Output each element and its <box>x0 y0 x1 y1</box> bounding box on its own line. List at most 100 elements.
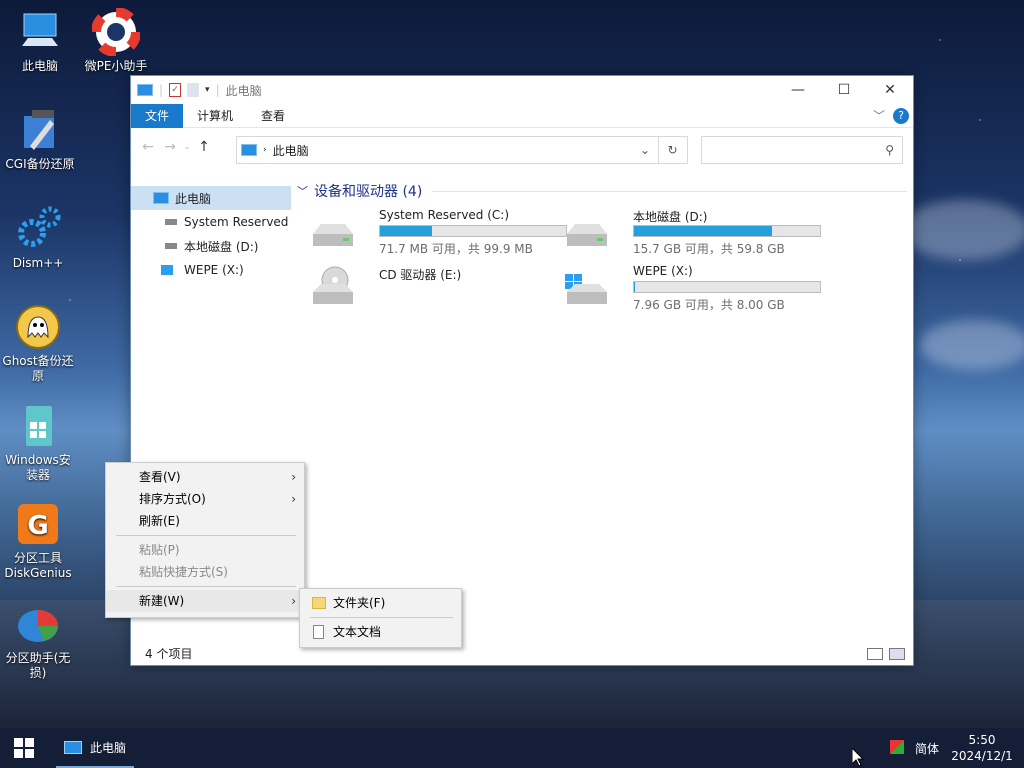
close-button[interactable]: ✕ <box>867 76 913 104</box>
breadcrumb-separator-icon[interactable]: › <box>263 145 267 155</box>
windows-drive-icon <box>161 265 173 275</box>
desktop-icon-this-pc[interactable]: 此电脑 <box>2 8 78 74</box>
desktop-icon-windows-installer[interactable]: Windows安装器 <box>0 402 76 483</box>
nav-item-wepe-x[interactable]: WEPE (X:) <box>131 258 291 282</box>
menu-separator <box>116 586 296 587</box>
tab-computer[interactable]: 计算机 <box>183 104 247 128</box>
menu-item-paste-shortcut: 粘贴快捷方式(S) <box>139 565 228 579</box>
new-submenu: 文件夹(F) 文本文档 <box>299 588 462 648</box>
properties-icon[interactable]: ✓ <box>169 83 182 97</box>
nav-item-this-pc[interactable]: 此电脑 <box>131 186 291 210</box>
color-app-icon[interactable] <box>890 740 904 754</box>
nav-item-system-reserved[interactable]: System Reserved <box>131 210 291 234</box>
desktop-icon-cgi[interactable]: CGI备份还原 <box>2 106 78 172</box>
breadcrumb[interactable]: 此电脑 <box>273 142 309 159</box>
drive-name: WEPE (X:) <box>633 264 693 278</box>
computer-icon <box>64 740 82 754</box>
folder-icon <box>312 597 326 609</box>
address-bar[interactable]: › 此电脑 ⌄ <box>236 136 659 164</box>
clock-date: 2024/12/1 <box>951 749 1013 763</box>
desktop-icon-label: Ghost备份还原 <box>2 354 74 383</box>
start-button[interactable] <box>14 738 34 758</box>
submenu-item-text-document[interactable]: 文本文档 <box>300 621 461 643</box>
text-document-icon <box>313 625 324 639</box>
clock-time: 5:50 <box>968 733 996 747</box>
desktop-icon-label: 分区工具DiskGenius <box>4 551 72 580</box>
forward-arrow-icon[interactable]: → <box>159 139 181 155</box>
drive-usage-bar <box>633 225 821 237</box>
help-icon[interactable]: ? <box>893 107 909 124</box>
drive-item-x[interactable]: WEPE (X:) 7.96 GB 可用，共 8.00 GB <box>565 264 821 314</box>
new-folder-icon[interactable] <box>187 83 200 97</box>
ime-indicator[interactable]: 简体 <box>915 740 939 757</box>
taskbar-item-this-pc[interactable]: 此电脑 <box>56 728 135 768</box>
windows-drive-icon <box>565 274 609 308</box>
content-pane[interactable]: ﹀ 设备和驱动器 (4) System Reserved (C:) 71.7 M… <box>293 176 913 646</box>
search-input[interactable]: ⚲ <box>701 136 903 164</box>
lifebuoy-icon <box>91 7 141 57</box>
group-title: 设备和驱动器 (4) <box>314 184 423 200</box>
chevron-right-icon: › <box>291 492 296 506</box>
submenu-item-folder[interactable]: 文件夹(F) <box>300 592 461 614</box>
drive-item-c[interactable]: System Reserved (C:) 71.7 MB 可用，共 99.9 M… <box>311 208 567 258</box>
hard-drive-icon <box>165 243 177 249</box>
menu-item-refresh[interactable]: 刷新(E) <box>106 510 304 532</box>
windows-logo-icon <box>14 738 34 758</box>
drive-name: 本地磁盘 (D:) <box>633 210 708 224</box>
desktop-icon-label: 微PE小助手 <box>84 59 148 73</box>
back-arrow-icon[interactable]: ← <box>137 139 159 155</box>
chevron-right-icon: › <box>291 470 296 484</box>
windows-installer-icon <box>14 402 62 450</box>
tab-file[interactable]: 文件 <box>131 103 184 128</box>
menu-item-view[interactable]: 查看(V) › <box>106 466 304 488</box>
tab-view[interactable]: 查看 <box>247 104 299 128</box>
drive-name: CD 驱动器 (E:) <box>379 268 462 282</box>
menu-item-new[interactable]: 新建(W) › <box>106 590 304 612</box>
details-view-icon[interactable] <box>867 648 883 660</box>
desktop-icon-dism[interactable]: Dism++ <box>0 205 76 271</box>
menu-separator <box>310 617 453 618</box>
hard-drive-icon <box>565 220 609 250</box>
nav-item-local-disk-d[interactable]: 本地磁盘 (D:) <box>131 234 291 258</box>
wallpaper-cloud <box>900 200 1024 260</box>
maximize-button[interactable]: ☐ <box>821 76 867 104</box>
group-header[interactable]: ﹀ 设备和驱动器 (4) <box>297 180 907 202</box>
large-icons-view-icon[interactable] <box>889 648 905 660</box>
desktop-icon-partition-assistant[interactable]: 分区助手(无损) <box>0 600 76 681</box>
hard-drive-icon <box>165 219 177 225</box>
ghost-icon <box>14 303 62 351</box>
desktop-icon-pe-helper[interactable]: 微PE小助手 <box>78 7 154 74</box>
drive-usage-bar <box>633 281 821 293</box>
cgi-tool-icon <box>16 106 64 154</box>
clock[interactable]: 5:50 2024/12/1 <box>950 732 1014 764</box>
svg-text:G: G <box>27 511 48 541</box>
title-bar[interactable]: | ✓ ▾ | 此电脑 — ☐ ✕ <box>131 76 913 104</box>
desktop-icon-label: 此电脑 <box>21 59 58 73</box>
drive-item-e[interactable]: CD 驱动器 (E:) <box>311 266 561 316</box>
chevron-down-icon[interactable]: ▾ <box>205 85 210 95</box>
item-count: 4 个项目 <box>145 646 193 661</box>
context-menu: 查看(V) › 排序方式(O) › 刷新(E) 粘贴(P) 粘贴快捷方式(S) 新建… <box>105 462 305 618</box>
menu-separator <box>116 535 296 536</box>
chevron-right-icon: › <box>291 594 296 608</box>
minimize-button[interactable]: — <box>775 76 821 104</box>
recent-chevron-icon[interactable]: ⌄ <box>181 142 193 152</box>
desktop-icon-label: CGI备份还原 <box>5 157 75 171</box>
computer-icon <box>137 84 153 96</box>
desktop-icon-ghost[interactable]: Ghost备份还原 <box>0 303 76 384</box>
desktop-icon-label: 分区助手(无损) <box>5 651 71 680</box>
nav-item-label: 本地磁盘 (D:) <box>184 239 259 254</box>
up-arrow-icon[interactable]: ↑ <box>193 139 215 155</box>
desktop-icon-diskgenius[interactable]: G 分区工具DiskGenius <box>0 500 76 581</box>
menu-item-sort-by[interactable]: 排序方式(O) › <box>106 488 304 510</box>
chevron-down-icon[interactable]: ﹀ <box>873 107 885 124</box>
nav-item-label: System Reserved <box>184 215 289 229</box>
desktop-icon-label: Windows安装器 <box>5 453 71 482</box>
chevron-down-icon[interactable]: ⌄ <box>640 143 650 157</box>
refresh-button[interactable]: ↻ <box>658 136 688 164</box>
drive-name: System Reserved (C:) <box>379 208 510 222</box>
hard-drive-icon <box>311 220 355 250</box>
status-bar: 4 个项目 <box>131 641 913 665</box>
chevron-down-icon: ﹀ <box>297 185 308 198</box>
drive-item-d[interactable]: 本地磁盘 (D:) 15.7 GB 可用，共 59.8 GB <box>565 208 821 258</box>
